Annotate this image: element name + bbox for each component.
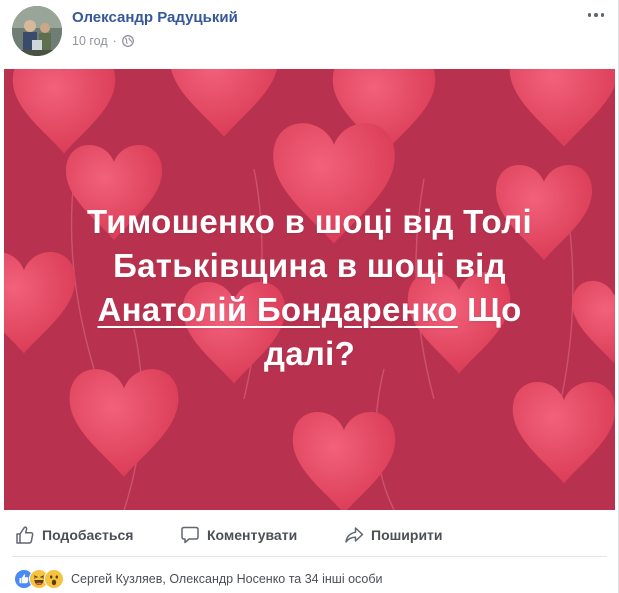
post-card: Олександр Радуцький 10 год · Тимошенко в… [0, 0, 619, 593]
reaction-icons[interactable] [14, 569, 64, 589]
post-timestamp[interactable]: 10 год [72, 34, 108, 48]
like-label: Подобається [42, 527, 134, 543]
globe-icon[interactable] [121, 35, 134, 47]
post-header: Олександр Радуцький 10 год · [12, 6, 606, 60]
reactions-names-link[interactable]: Сергей Кузляев, Олександр Носенко та 34 … [67, 572, 383, 586]
tagged-person-link[interactable]: Анатолій Бондаренко [97, 291, 457, 328]
author-avatar[interactable] [12, 6, 62, 56]
banner-line-3: Анатолій Бондаренко Що [44, 288, 575, 332]
share-label: Поширити [371, 527, 443, 543]
comment-bubble-icon [180, 525, 200, 545]
more-options-icon[interactable] [586, 8, 606, 22]
post-image[interactable]: Тимошенко в шоці від Толі Батьківщина в … [4, 69, 615, 510]
share-arrow-icon [344, 525, 364, 545]
wow-icon [44, 569, 64, 589]
banner-line-2: Батьківщина в шоці від [113, 247, 506, 284]
share-button[interactable]: Поширити [344, 521, 443, 549]
banner-text: Тимошенко в шоці від Толі Батьківщина в … [4, 200, 615, 376]
post-meta: 10 год · [72, 34, 134, 48]
like-button[interactable]: Подобається [15, 521, 165, 549]
banner-line-1: Тимошенко в шоці від Толі [87, 203, 532, 240]
author-name-link[interactable]: Олександр Радуцький [72, 9, 238, 26]
post-actions-bar: Подобається Коментувати Поширити [12, 514, 607, 557]
comment-label: Коментувати [207, 527, 298, 543]
reactions-summary: Сергей Кузляев, Олександр Носенко та 34 … [14, 569, 608, 589]
comment-button[interactable]: Коментувати [180, 521, 328, 549]
banner-line-3-rest: Що [457, 291, 522, 328]
meta-separator: · [112, 34, 117, 48]
banner-line-4: далі? [263, 335, 356, 372]
thumbs-up-icon [15, 525, 35, 545]
